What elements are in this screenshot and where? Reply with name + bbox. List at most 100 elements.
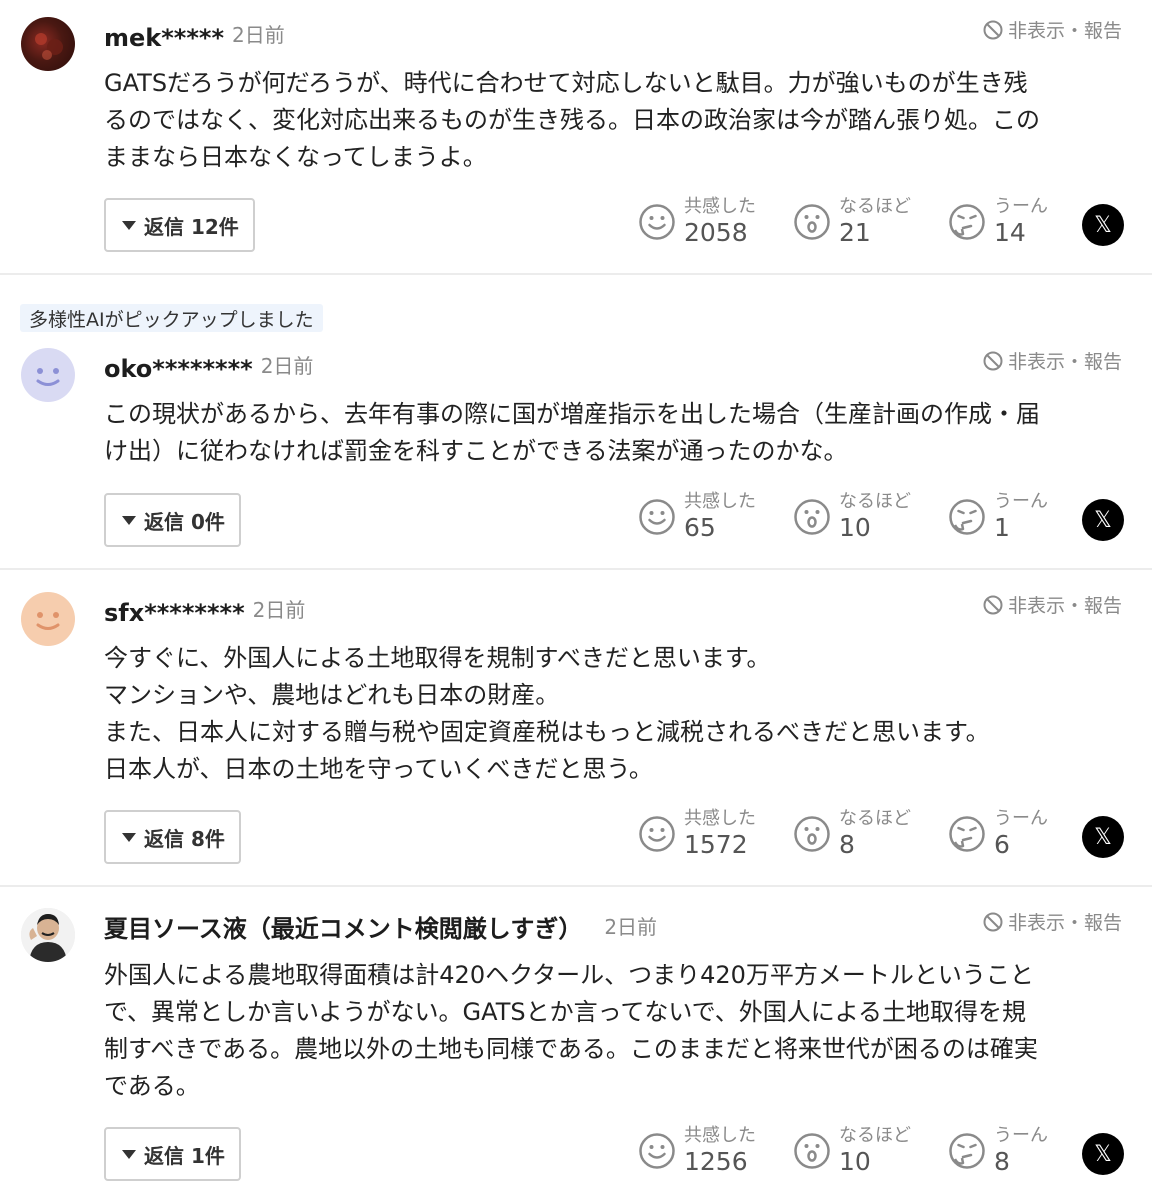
timestamp: 2日前 <box>260 354 314 378</box>
block-icon <box>983 595 1003 614</box>
reply-toggle-button[interactable]: 返信 12件 <box>104 198 255 252</box>
share-x-button[interactable]: 𝕏 <box>1082 499 1124 541</box>
caret-down-icon <box>122 515 136 525</box>
empathy-count: 2058 <box>684 218 748 247</box>
reply-count: 返信 0件 <box>144 509 225 534</box>
reaction-label: うーん <box>994 196 1048 217</box>
comment-header: sfx******** 2日前 <box>104 593 305 627</box>
empathy-reaction-button[interactable]: 共感した 2058 <box>638 196 756 248</box>
hmm-reaction-button[interactable]: うーん 1 <box>948 491 1048 543</box>
timestamp: 2日前 <box>252 598 306 622</box>
surprised-face-icon <box>794 1133 830 1169</box>
empathy-reaction-button[interactable]: 共感した 1256 <box>638 1125 756 1177</box>
reaction-label: なるほど <box>839 1125 911 1146</box>
empathy-count: 1256 <box>684 1147 748 1176</box>
avatar[interactable] <box>21 908 75 962</box>
thinking-face-icon <box>949 1133 985 1169</box>
agree-count: 10 <box>839 1147 871 1176</box>
hide-report-label: 非表示・報告 <box>1007 20 1122 42</box>
agree-reaction-button[interactable]: なるほど 8 <box>793 808 911 860</box>
hmm-reaction-button[interactable]: うーん 6 <box>948 808 1048 860</box>
smile-avatar-icon <box>36 612 60 630</box>
caret-down-icon <box>122 220 136 230</box>
caret-down-icon <box>122 832 136 842</box>
smile-avatar-icon <box>36 368 60 386</box>
block-icon <box>983 912 1003 931</box>
comment-header: mek***** 2日前 <box>104 18 285 52</box>
person-photo-icon <box>21 908 75 962</box>
username[interactable]: mek***** <box>104 24 224 52</box>
hide-report-link[interactable]: 非表示・報告 <box>982 591 1122 618</box>
hide-report-label: 非表示・報告 <box>1007 595 1122 617</box>
reaction-label: 共感した <box>684 196 756 217</box>
hmm-count: 6 <box>994 830 1010 859</box>
avatar[interactable] <box>21 592 75 646</box>
timestamp: 2日前 <box>232 23 285 47</box>
reaction-label: なるほど <box>839 491 911 512</box>
comment-body: GATSだろうが何だろうが、時代に合わせて対応しないと駄目。力が強いものが生き残… <box>104 69 1040 171</box>
empathy-reaction-button[interactable]: 共感した 65 <box>638 491 756 543</box>
hide-report-label: 非表示・報告 <box>1007 912 1122 934</box>
smile-face-icon <box>639 499 675 535</box>
empathy-count: 1572 <box>684 830 748 859</box>
hide-report-link[interactable]: 非表示・報告 <box>982 16 1122 43</box>
empathy-reaction-button[interactable]: 共感した 1572 <box>638 808 756 860</box>
divider <box>0 273 1152 275</box>
avatar-image-icon <box>35 33 63 60</box>
hmm-count: 14 <box>994 218 1026 247</box>
reply-toggle-button[interactable]: 返信 0件 <box>104 493 241 547</box>
avatar[interactable] <box>21 17 75 71</box>
share-x-button[interactable]: 𝕏 <box>1082 204 1124 246</box>
hide-report-link[interactable]: 非表示・報告 <box>982 347 1122 374</box>
hide-report-label: 非表示・報告 <box>1007 351 1122 373</box>
reaction-label: うーん <box>994 1125 1048 1146</box>
x-logo-icon: 𝕏 <box>1094 824 1112 850</box>
agree-count: 10 <box>839 513 871 542</box>
reaction-label: 共感した <box>684 1125 756 1146</box>
hmm-reaction-button[interactable]: うーん 14 <box>948 196 1048 248</box>
reply-count: 返信 1件 <box>144 1143 225 1168</box>
hide-report-link[interactable]: 非表示・報告 <box>982 908 1122 935</box>
comment-header: oko******** 2日前 <box>104 349 313 383</box>
x-logo-icon: 𝕏 <box>1094 212 1112 238</box>
reply-count: 返信 8件 <box>144 826 225 851</box>
caret-down-icon <box>122 1149 136 1159</box>
reply-toggle-button[interactable]: 返信 8件 <box>104 810 241 864</box>
reaction-label: うーん <box>994 491 1048 512</box>
timestamp: 2日前 <box>604 915 658 939</box>
comment-body: この現状があるから、去年有事の際に国が増産指示を出した場合（生産計画の作成・届 … <box>104 400 1040 465</box>
reply-count: 返信 12件 <box>144 214 239 239</box>
reaction-label: 共感した <box>684 808 756 829</box>
surprised-face-icon <box>794 499 830 535</box>
reaction-label: なるほど <box>839 808 911 829</box>
reply-toggle-button[interactable]: 返信 1件 <box>104 1127 241 1181</box>
divider <box>0 568 1152 570</box>
agree-reaction-button[interactable]: なるほど 21 <box>793 196 911 248</box>
smile-face-icon <box>639 204 675 240</box>
hmm-reaction-button[interactable]: うーん 8 <box>948 1125 1048 1177</box>
comment-body: 今すぐに、外国人による土地取得を規制すべきだと思います。 マンションや、農地はど… <box>104 644 990 783</box>
share-x-button[interactable]: 𝕏 <box>1082 1133 1124 1175</box>
share-x-button[interactable]: 𝕏 <box>1082 816 1124 858</box>
reaction-label: なるほど <box>839 196 911 217</box>
reaction-label: うーん <box>994 808 1048 829</box>
avatar[interactable] <box>21 348 75 402</box>
ai-pick-badge: 多様性AIがピックアップしました <box>20 304 323 332</box>
agree-reaction-button[interactable]: なるほど 10 <box>793 491 911 543</box>
username[interactable]: oko******** <box>104 355 253 383</box>
divider <box>0 885 1152 887</box>
x-logo-icon: 𝕏 <box>1094 507 1112 533</box>
thinking-face-icon <box>949 816 985 852</box>
username[interactable]: 夏目ソース液（最近コメント検閲厳しすぎ） <box>104 909 582 944</box>
surprised-face-icon <box>794 816 830 852</box>
username[interactable]: sfx******** <box>104 599 245 627</box>
agree-reaction-button[interactable]: なるほど 10 <box>793 1125 911 1177</box>
hmm-count: 1 <box>994 513 1010 542</box>
x-logo-icon: 𝕏 <box>1094 1141 1112 1167</box>
smile-face-icon <box>639 1133 675 1169</box>
comment-body: 外国人による農地取得面積は計420ヘクタール、つまり420万平方メートルというこ… <box>104 961 1038 1100</box>
block-icon <box>983 351 1003 370</box>
block-icon <box>983 20 1003 39</box>
surprised-face-icon <box>794 204 830 240</box>
thinking-face-icon <box>949 499 985 535</box>
